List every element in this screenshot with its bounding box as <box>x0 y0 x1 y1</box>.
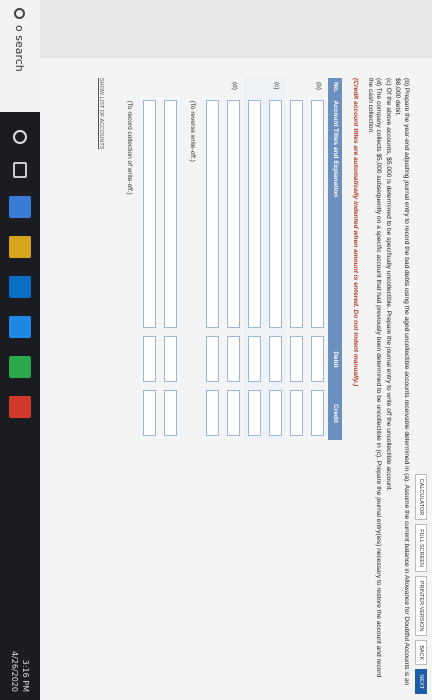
col-debit: Debit <box>327 332 343 387</box>
windows-taskbar: o search 3:16 PM 4/26/2020 <box>0 0 40 700</box>
screen: CALCULATOR FULL SCREEN PRINTER VERSION B… <box>0 0 432 700</box>
back-button[interactable]: BACK <box>415 640 427 666</box>
table-row <box>286 78 307 440</box>
account-input[interactable] <box>226 100 240 329</box>
table-row <box>243 78 265 441</box>
debit-input[interactable] <box>310 336 324 383</box>
mail-icon[interactable] <box>9 316 31 338</box>
table-row <box>139 78 160 440</box>
part-c-text: (c) Of the above accounts, $5,000 is det… <box>384 78 392 492</box>
credit-input[interactable] <box>142 390 156 437</box>
row-label-b: (b) <box>314 82 322 90</box>
col-no: No. <box>327 78 343 97</box>
system-clock[interactable]: 3:16 PM 4/26/2020 <box>9 651 31 692</box>
memo-row: (To reverse write-off.) <box>181 78 202 440</box>
table-row: (c) <box>264 78 286 441</box>
instruction-text: (Credit account titles are automatically… <box>352 78 360 387</box>
app-icon[interactable] <box>9 356 31 378</box>
memo-collection: (To record collection of write-off.) <box>125 100 133 195</box>
debit-input[interactable] <box>289 336 303 383</box>
debit-input[interactable] <box>247 336 261 383</box>
part-b-text: (b) Prepare the year-end adjusting journ… <box>394 78 410 686</box>
credit-input[interactable] <box>310 390 324 437</box>
clock-date: 4/26/2020 <box>10 650 19 692</box>
table-row: (d) <box>223 78 244 440</box>
debit-input[interactable] <box>226 336 240 383</box>
debit-input[interactable] <box>268 336 282 383</box>
account-input[interactable] <box>205 100 219 329</box>
debit-input[interactable] <box>163 336 177 383</box>
task-view-icon[interactable] <box>13 162 27 178</box>
credit-input[interactable] <box>163 390 177 437</box>
full-screen-button[interactable]: FULL SCREEN <box>415 524 427 572</box>
assignment-page: CALCULATOR FULL SCREEN PRINTER VERSION B… <box>40 58 432 700</box>
row-label-d: (d) <box>230 82 238 90</box>
printer-version-button[interactable]: PRINTER VERSION <box>415 575 427 637</box>
credit-input[interactable] <box>205 390 219 437</box>
page-toolbar: CALCULATOR FULL SCREEN PRINTER VERSION B… <box>410 58 432 700</box>
account-input[interactable] <box>289 100 303 329</box>
account-input[interactable] <box>163 100 177 329</box>
calculator-button[interactable]: CALCULATOR <box>415 473 427 521</box>
credit-input[interactable] <box>226 390 240 437</box>
row-label-c: (c) <box>264 78 286 97</box>
account-input[interactable] <box>268 100 282 329</box>
debit-input[interactable] <box>205 336 219 383</box>
clock-time: 3:16 PM <box>21 659 30 692</box>
file-explorer-icon[interactable] <box>9 236 31 258</box>
account-input[interactable] <box>247 100 261 329</box>
search-label: o search <box>13 25 27 72</box>
credit-input[interactable] <box>247 390 261 437</box>
search-icon <box>14 8 26 19</box>
credit-input[interactable] <box>268 390 282 437</box>
credit-input[interactable] <box>289 390 303 437</box>
cortana-icon[interactable] <box>13 130 27 144</box>
office-icon[interactable] <box>9 396 31 418</box>
question-content: (b) Prepare the year-end adjusting journ… <box>118 58 410 700</box>
journal-entry-table: No. Account Titles and Explanation Debit… <box>118 78 343 441</box>
col-credit: Credit <box>327 386 343 441</box>
account-input[interactable] <box>142 100 156 329</box>
show-list-of-accounts-link[interactable]: SHOW LIST OF ACCOUNTS <box>98 78 104 700</box>
account-input[interactable] <box>310 100 324 329</box>
monitor-frame: CALCULATOR FULL SCREEN PRINTER VERSION B… <box>0 0 432 700</box>
table-row <box>160 78 181 440</box>
table-row <box>202 78 223 440</box>
memo-reverse: (To reverse write-off.) <box>188 100 196 162</box>
debit-input[interactable] <box>142 336 156 383</box>
col-account: Account Titles and Explanation <box>327 96 343 333</box>
store-icon[interactable] <box>9 276 31 298</box>
edge-icon[interactable] <box>9 196 31 218</box>
part-d-text: (d) The company collects $5,000 subseque… <box>366 78 383 678</box>
taskbar-search-box[interactable]: o search <box>0 0 40 112</box>
next-button[interactable]: NEXT <box>415 669 427 694</box>
table-row: (b) <box>307 78 328 440</box>
memo-row: (To record collection of write-off.) <box>118 78 139 440</box>
